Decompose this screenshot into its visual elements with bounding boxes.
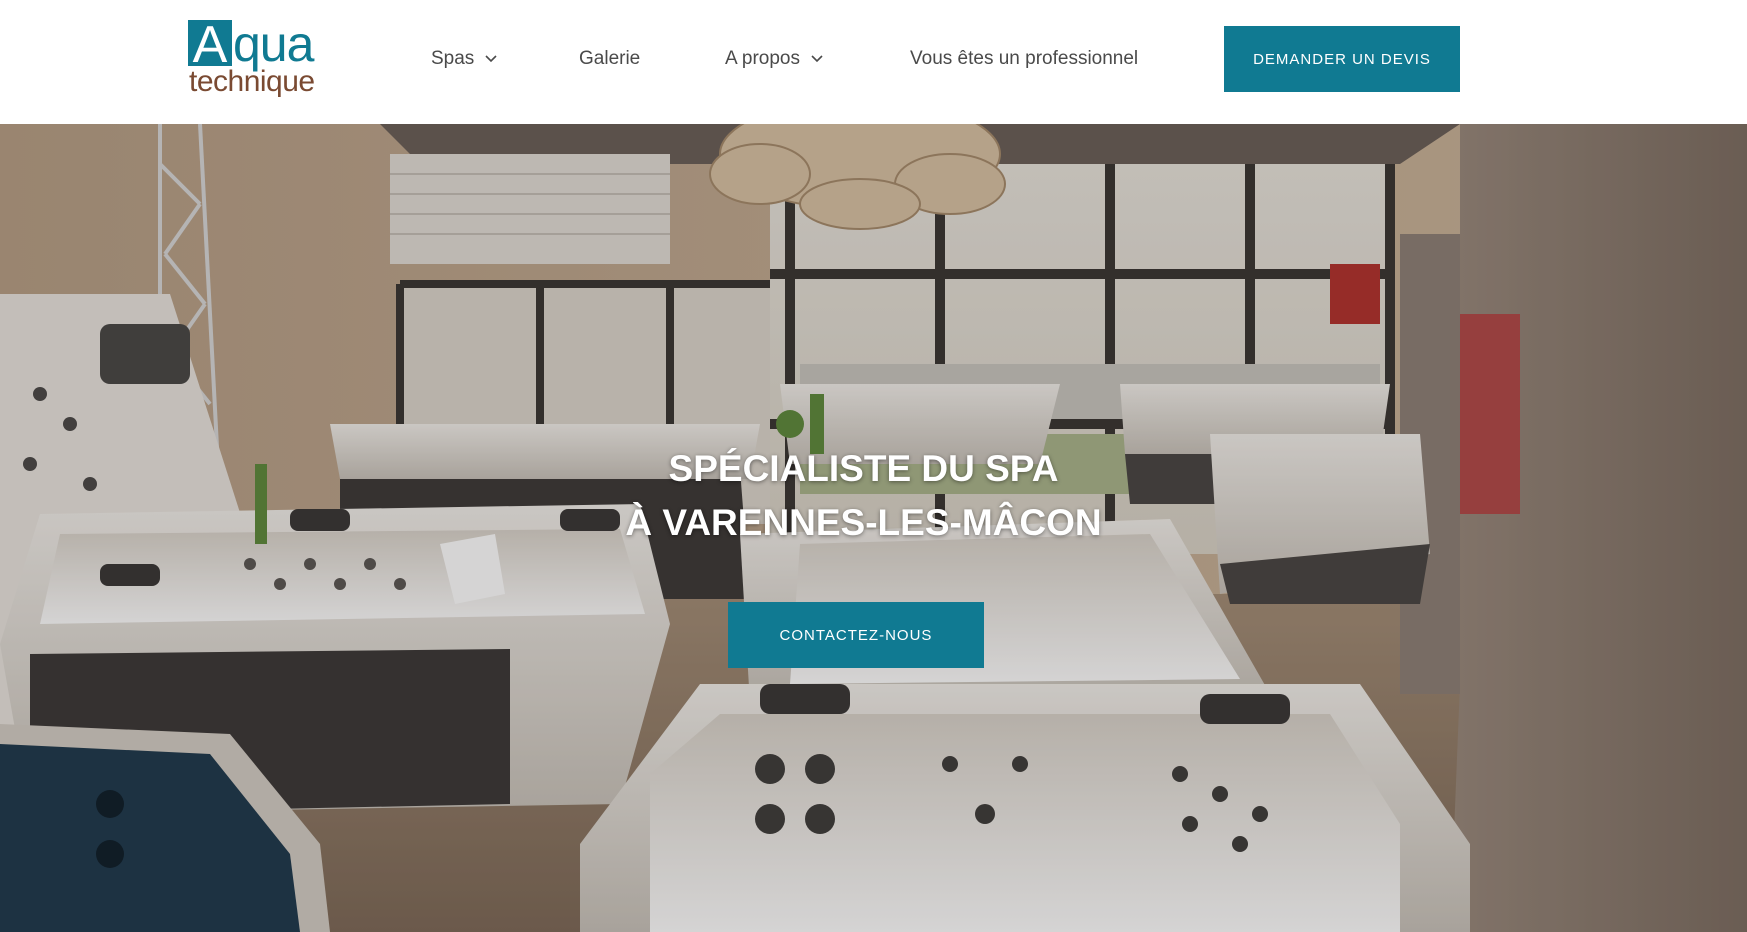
- nav-item-galerie[interactable]: Galerie: [579, 46, 640, 72]
- chevron-down-icon: [485, 55, 497, 63]
- nav-item-spas[interactable]: Spas: [431, 46, 498, 72]
- nav-item-label: A propos: [725, 48, 800, 69]
- contact-us-button[interactable]: CONTACTEZ-NOUS: [728, 602, 984, 668]
- main-navigation: Spas Galerie A propos Vous êtes un profe…: [0, 0, 1747, 124]
- hero-section: SPÉCIALISTE DU SPA À VARENNES-LES-MÂCON …: [0, 124, 1747, 932]
- nav-item-label: Spas: [431, 48, 475, 69]
- chevron-down-icon: [811, 55, 823, 63]
- site-header: A qua technique Spas Galerie A propos Vo…: [0, 0, 1747, 124]
- hero-title-line-2: À VARENNES-LES-MÂCON: [625, 502, 1102, 543]
- hero-title: SPÉCIALISTE DU SPA À VARENNES-LES-MÂCON: [0, 442, 1727, 550]
- request-quote-button[interactable]: DEMANDER UN DEVIS: [1224, 26, 1460, 92]
- nav-item-a-propos[interactable]: A propos: [725, 46, 824, 72]
- nav-item-label: Vous êtes un professionnel: [910, 48, 1139, 69]
- hero-title-line-1: SPÉCIALISTE DU SPA: [668, 448, 1059, 489]
- nav-item-professionnel[interactable]: Vous êtes un professionnel: [910, 46, 1138, 72]
- nav-item-label: Galerie: [579, 48, 641, 69]
